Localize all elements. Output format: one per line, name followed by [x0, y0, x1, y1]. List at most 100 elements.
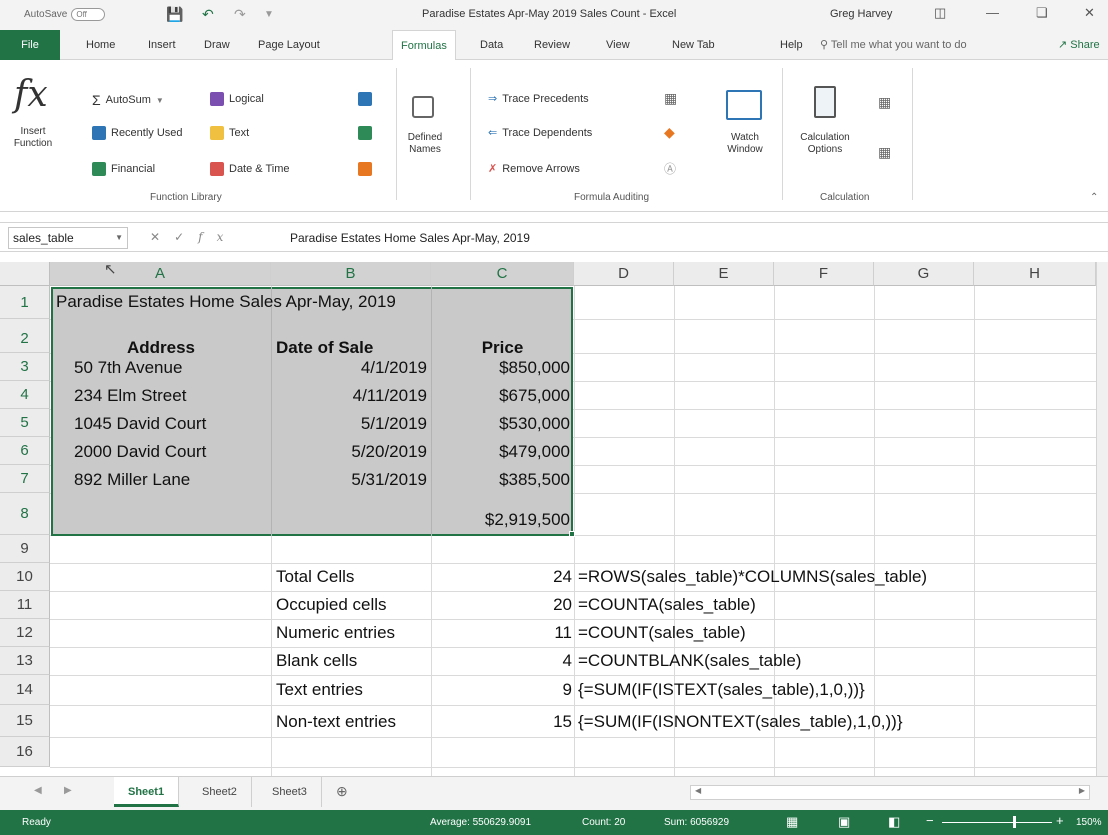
col-header-a[interactable]: A	[50, 262, 271, 286]
row-header-7[interactable]: 7	[0, 465, 50, 493]
insert-function-icon[interactable]: fx	[14, 74, 48, 115]
recently-used-button[interactable]: Recently Used	[92, 126, 183, 140]
cell-b2-header[interactable]: Date of Sale	[276, 338, 373, 358]
remove-arrows-button[interactable]: ✗ Remove Arrows	[488, 162, 580, 176]
row-header-3[interactable]: 3	[0, 353, 50, 381]
cell-date[interactable]: 4/1/2019	[271, 358, 427, 378]
share-button[interactable]: ↗ Share	[1058, 38, 1100, 51]
cell-price[interactable]: $850,000	[431, 358, 570, 378]
row-header-14[interactable]: 14	[0, 675, 50, 705]
tab-new-tab[interactable]: New Tab	[672, 30, 715, 60]
show-formulas-icon[interactable]: ▦	[664, 90, 677, 107]
calculation-options-button[interactable]: Calculation Options	[790, 132, 860, 156]
add-sheet-icon[interactable]: ⊕	[336, 783, 348, 800]
enter-icon[interactable]: ✓	[174, 230, 198, 244]
name-box[interactable]: sales_table ▼	[8, 227, 128, 249]
financial-button[interactable]: Financial	[92, 162, 155, 176]
fx-icon[interactable]: fx	[198, 230, 237, 244]
cell-date[interactable]: 4/11/2019	[271, 386, 427, 406]
zoom-in-icon[interactable]: +	[1056, 813, 1064, 828]
cell-address[interactable]: 1045 David Court	[74, 414, 206, 434]
row-header-4[interactable]: 4	[0, 381, 50, 409]
tell-me-search[interactable]: ⚲ Tell me what you want to do	[820, 38, 967, 51]
cell-date[interactable]: 5/1/2019	[271, 414, 427, 434]
zoom-out-icon[interactable]: −	[926, 813, 934, 828]
autosave-control[interactable]: AutoSave Off	[24, 8, 106, 21]
row-header-11[interactable]: 11	[0, 591, 50, 619]
col-header-g[interactable]: G	[874, 262, 974, 286]
cell-a2-header[interactable]: Address	[51, 338, 271, 358]
col-header-h[interactable]: H	[974, 262, 1096, 286]
trace-dependents-button[interactable]: ⇐ Trace Dependents	[488, 126, 592, 140]
text-button[interactable]: Text	[210, 126, 249, 140]
autosum-button[interactable]: Σ AutoSum ▼	[92, 92, 164, 108]
restore-icon[interactable]: ❏	[1036, 5, 1048, 21]
stat-formula[interactable]: =COUNTA(sales_table)	[578, 595, 756, 615]
row-header-1[interactable]: 1	[0, 286, 50, 319]
stat-formula[interactable]: =COUNT(sales_table)	[578, 623, 746, 643]
cell-price[interactable]: $675,000	[431, 386, 570, 406]
tab-review[interactable]: Review	[534, 30, 570, 60]
save-icon[interactable]: 💾	[166, 6, 183, 23]
defined-names-icon[interactable]	[412, 96, 434, 118]
scroll-right-icon[interactable]: ▶	[1079, 786, 1085, 795]
cell-date[interactable]: 5/31/2019	[271, 470, 427, 490]
close-icon[interactable]: ✕	[1084, 5, 1095, 21]
date-time-button[interactable]: Date & Time	[210, 162, 290, 176]
row-header-12[interactable]: 12	[0, 619, 50, 647]
error-checking-icon[interactable]: ◆	[664, 124, 675, 141]
scroll-left-icon[interactable]: ◀	[695, 786, 701, 795]
math-trig-icon[interactable]	[358, 126, 372, 140]
tab-data[interactable]: Data	[480, 30, 503, 60]
scroll-left-icon[interactable]: ◀	[34, 785, 42, 796]
formula-content[interactable]: Paradise Estates Home Sales Apr-May, 201…	[290, 231, 530, 245]
stat-label[interactable]: Non-text entries	[276, 712, 396, 732]
page-break-view-icon[interactable]: ◧	[888, 814, 900, 830]
autosave-toggle[interactable]: Off	[71, 8, 106, 21]
calculate-sheet-icon[interactable]: ▦	[878, 144, 891, 161]
cell-address[interactable]: 2000 David Court	[74, 442, 206, 462]
scroll-right-icon[interactable]: ▶	[64, 785, 72, 796]
select-all-corner[interactable]	[0, 262, 50, 286]
watch-window-button[interactable]: Watch Window	[718, 132, 772, 156]
row-header-16[interactable]: 16	[0, 737, 50, 767]
normal-view-icon[interactable]: ▦	[786, 814, 798, 830]
stat-value[interactable]: 20	[431, 595, 572, 615]
tab-home[interactable]: Home	[86, 30, 115, 60]
stat-label[interactable]: Text entries	[276, 680, 363, 700]
tab-formulas[interactable]: Formulas	[392, 30, 456, 61]
tab-file[interactable]: File	[0, 30, 60, 60]
stat-value[interactable]: 24	[431, 567, 572, 587]
cell-price[interactable]: $479,000	[431, 442, 570, 462]
stat-label[interactable]: Numeric entries	[276, 623, 395, 643]
tab-page-layout[interactable]: Page Layout	[258, 30, 320, 60]
vertical-scrollbar[interactable]	[1096, 262, 1108, 776]
stat-formula[interactable]: {=SUM(IF(ISNONTEXT(sales_table),1,0,))}	[578, 712, 903, 732]
undo-icon[interactable]: ↶	[202, 6, 214, 23]
chevron-down-icon[interactable]: ▼	[115, 228, 123, 248]
stat-formula[interactable]: =COUNTBLANK(sales_table)	[578, 651, 801, 671]
row-header-8[interactable]: 8	[0, 493, 50, 535]
cell-address[interactable]: 50 7th Avenue	[74, 358, 182, 378]
tab-view[interactable]: View	[606, 30, 630, 60]
col-header-c[interactable]: C	[431, 262, 574, 286]
cancel-icon[interactable]: ✕	[150, 230, 174, 244]
stat-label[interactable]: Total Cells	[276, 567, 354, 587]
ribbon-display-icon[interactable]: ◫	[934, 5, 946, 21]
more-functions-icon[interactable]	[358, 162, 372, 176]
user-name[interactable]: Greg Harvey	[830, 8, 892, 20]
cell-a1-title[interactable]: Paradise Estates Home Sales Apr-May, 201…	[56, 292, 396, 312]
stat-value[interactable]: 4	[431, 651, 572, 671]
tab-draw[interactable]: Draw	[204, 30, 230, 60]
zoom-slider[interactable]	[942, 822, 1052, 823]
cell-price[interactable]: $530,000	[431, 414, 570, 434]
horizontal-scrollbar[interactable]: ◀ ▶	[690, 785, 1090, 800]
calculator-icon[interactable]	[814, 86, 836, 118]
row-header-6[interactable]: 6	[0, 437, 50, 465]
tab-help[interactable]: Help	[780, 30, 803, 60]
cell-address[interactable]: 234 Elm Street	[74, 386, 186, 406]
stat-value[interactable]: 11	[431, 623, 572, 643]
selected-range-sales-table[interactable]	[51, 287, 573, 536]
col-header-d[interactable]: D	[574, 262, 674, 286]
sheet-tab-sheet2[interactable]: Sheet2	[188, 777, 252, 807]
